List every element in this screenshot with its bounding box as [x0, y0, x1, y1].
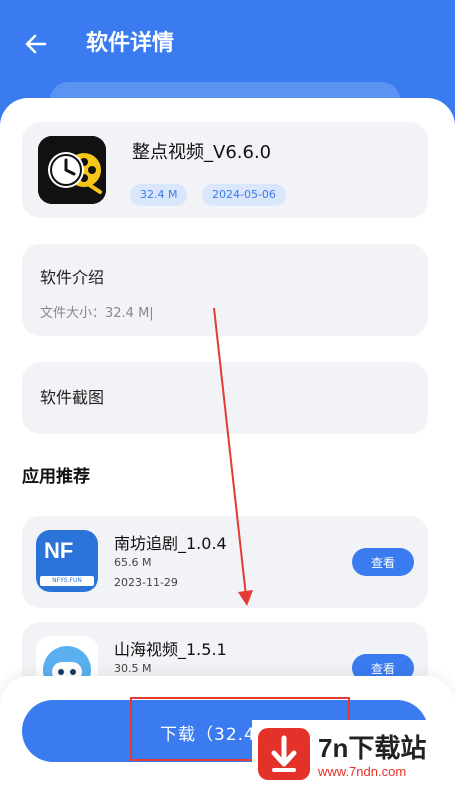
- download-logo-icon: [258, 728, 310, 780]
- rec-app-name: 山海视频_1.5.1: [114, 640, 227, 659]
- watermark-url: www.7ndn.com: [318, 764, 407, 779]
- screenshots-heading: 软件截图: [40, 388, 105, 407]
- back-arrow-icon: [25, 34, 47, 54]
- back-button[interactable]: [20, 28, 52, 60]
- clock-film-icon: [38, 136, 106, 204]
- rec-app-size: 30.5 M: [114, 662, 152, 675]
- app-name: 整点视频_V6.6.0: [132, 142, 272, 163]
- intro-card: 软件介绍 文件大小：32.4 M|: [22, 244, 428, 336]
- view-button[interactable]: 查看: [352, 548, 414, 576]
- app-size-badge: 32.4 M: [130, 184, 188, 206]
- nf-logo-text: NF: [44, 538, 74, 563]
- screenshots-card[interactable]: 软件截图: [22, 362, 428, 434]
- nf-app-icon: NF NFYS.FUN: [36, 530, 98, 592]
- nf-logo-subtext: NFYS.FUN: [40, 576, 94, 586]
- watermark: 7n下载站 www.7ndn.com: [252, 720, 446, 792]
- rec-app-name: 南坊追剧_1.0.4: [114, 534, 227, 553]
- watermark-name: 7n下载站: [318, 733, 427, 763]
- intro-text: 文件大小：32.4 M|: [40, 306, 154, 321]
- intro-heading: 软件介绍: [40, 268, 105, 287]
- recommend-title: 应用推荐: [22, 467, 90, 487]
- rec-app-date: 2023-11-29: [114, 576, 178, 589]
- list-item[interactable]: NF NFYS.FUN 南坊追剧_1.0.4 65.6 M 2023-11-29…: [22, 516, 428, 608]
- app-icon: [38, 136, 106, 204]
- page-title: 软件详情: [86, 31, 175, 56]
- rec-app-size: 65.6 M: [114, 556, 152, 569]
- app-date-badge: 2024-05-06: [202, 184, 286, 206]
- app-info-card: 整点视频_V6.6.0 32.4 M 2024-05-06: [22, 122, 428, 218]
